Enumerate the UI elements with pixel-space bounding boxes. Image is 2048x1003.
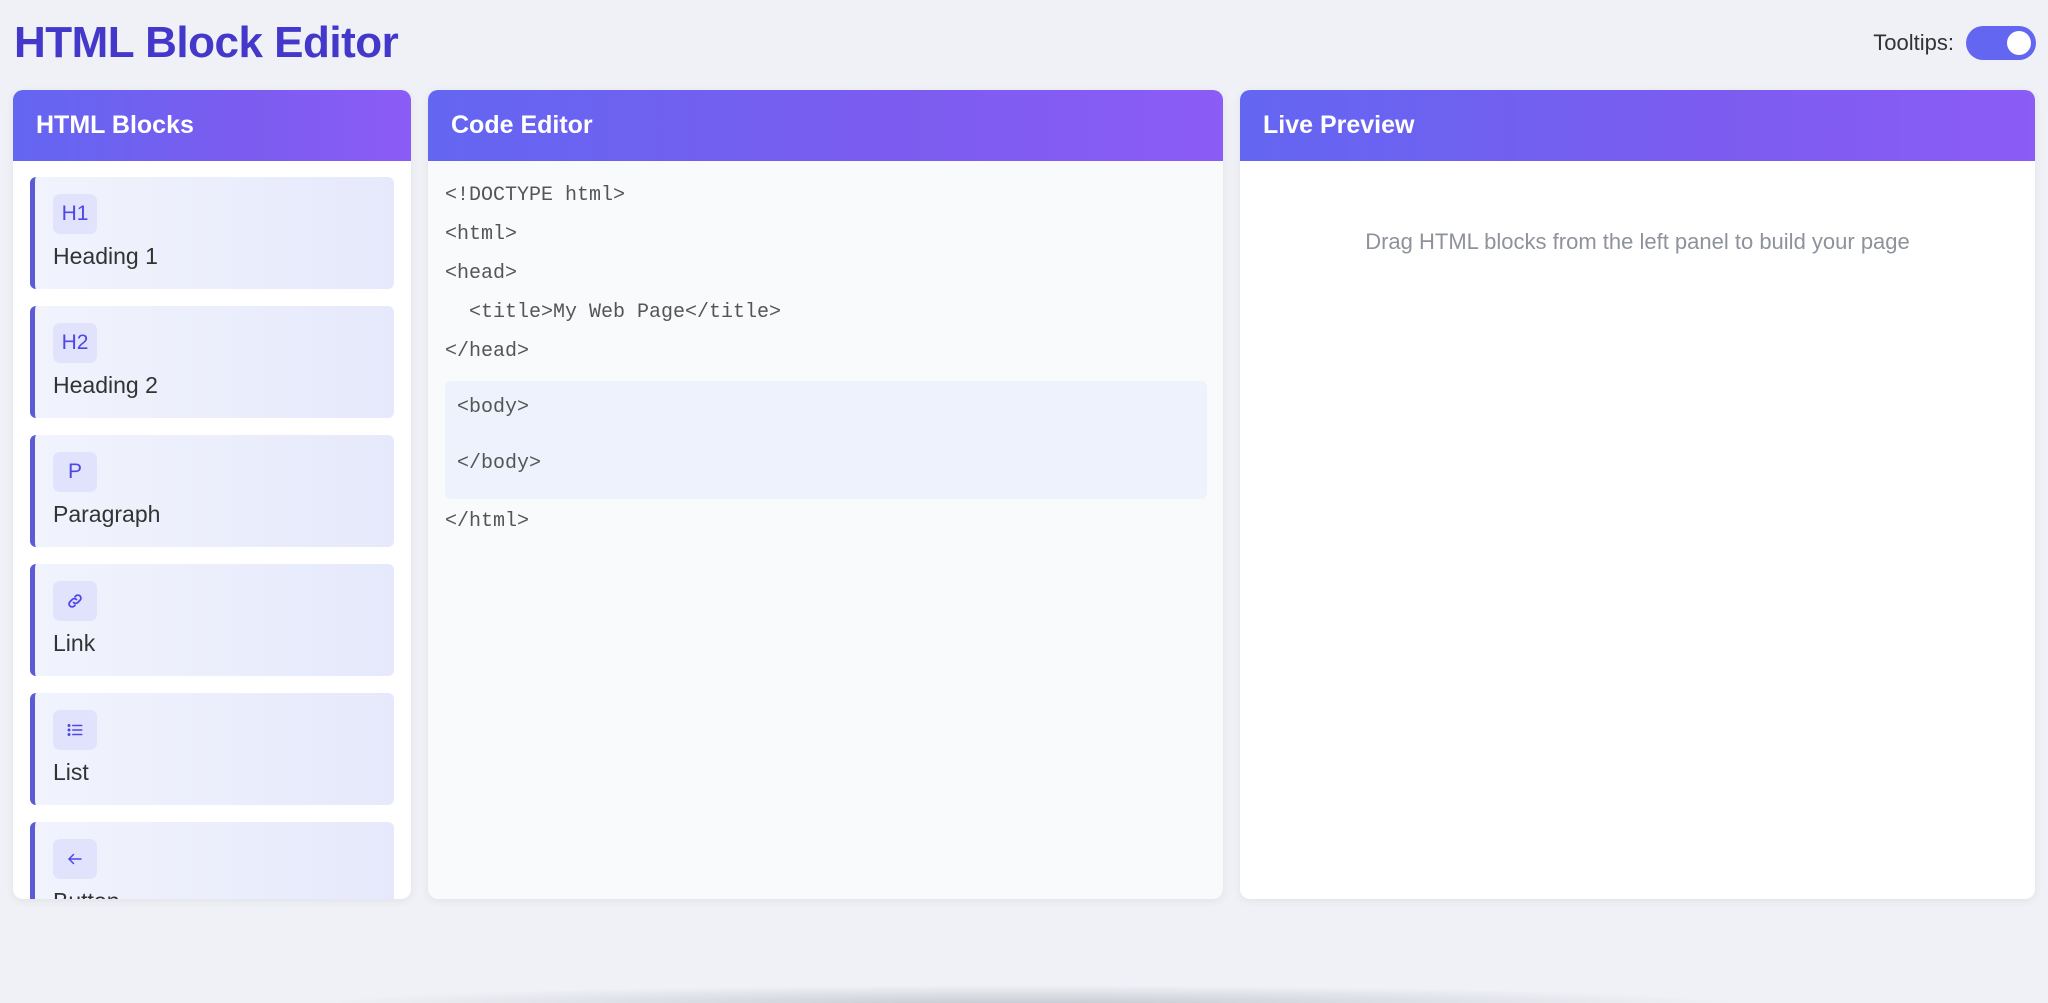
code-line: </html> [445,510,530,533]
h2-icon: H2 [53,323,97,363]
block-label: Paragraph [53,501,161,527]
toggle-knob [2007,31,2031,55]
block-label: Heading 2 [53,372,158,398]
html-blocks-panel: HTML Blocks H1 Heading 1 H2 Heading 2 P … [13,90,411,899]
block-button[interactable]: Button [30,822,394,899]
app-root: HTML Block Editor Tooltips: HTML Blocks … [0,0,2048,1003]
code-line: <head> [445,262,518,285]
block-heading-1[interactable]: H1 Heading 1 [30,177,394,289]
block-label: List [53,759,89,785]
block-label: Link [53,630,96,656]
code-editor-panel: Code Editor <!DOCTYPE html> <html> <head… [428,90,1223,899]
code-editor-header: Code Editor [428,90,1223,161]
block-link[interactable]: Link [30,564,394,676]
code-area[interactable]: <!DOCTYPE html> <html> <head> <title>My … [428,161,1223,548]
bottom-shadow [300,985,1750,1003]
code-line: <!DOCTYPE html> [445,184,626,207]
blocks-list: H1 Heading 1 H2 Heading 2 P Paragraph Li… [13,161,411,899]
live-preview-header: Live Preview [1240,90,2035,161]
page-title: HTML Block Editor [14,18,399,67]
tooltips-control: Tooltips: [1873,26,2036,60]
body-drop-zone[interactable]: <body> </body> [445,381,1207,499]
code-line: </head> [445,340,530,363]
block-label: Heading 1 [53,243,158,269]
html-blocks-header: HTML Blocks [13,90,411,161]
body-close-tag: </body> [457,452,542,475]
link-icon [53,581,97,621]
tooltips-toggle[interactable] [1966,26,2036,60]
preview-hint: Drag HTML blocks from the left panel to … [1365,229,1910,254]
block-heading-2[interactable]: H2 Heading 2 [30,306,394,418]
tooltips-label: Tooltips: [1873,30,1954,55]
block-label: Button [53,888,394,899]
block-list[interactable]: List [30,693,394,805]
live-preview-panel: Live Preview Drag HTML blocks from the l… [1240,90,2035,899]
block-paragraph[interactable]: P Paragraph [30,435,394,547]
body-open-tag: <body> [457,396,530,419]
list-icon [53,710,97,750]
code-line: <title>My Web Page</title> [445,301,782,324]
paragraph-icon: P [53,452,97,492]
h1-icon: H1 [53,194,97,234]
code-line: <html> [445,223,518,246]
arrow-left-icon [53,839,97,879]
